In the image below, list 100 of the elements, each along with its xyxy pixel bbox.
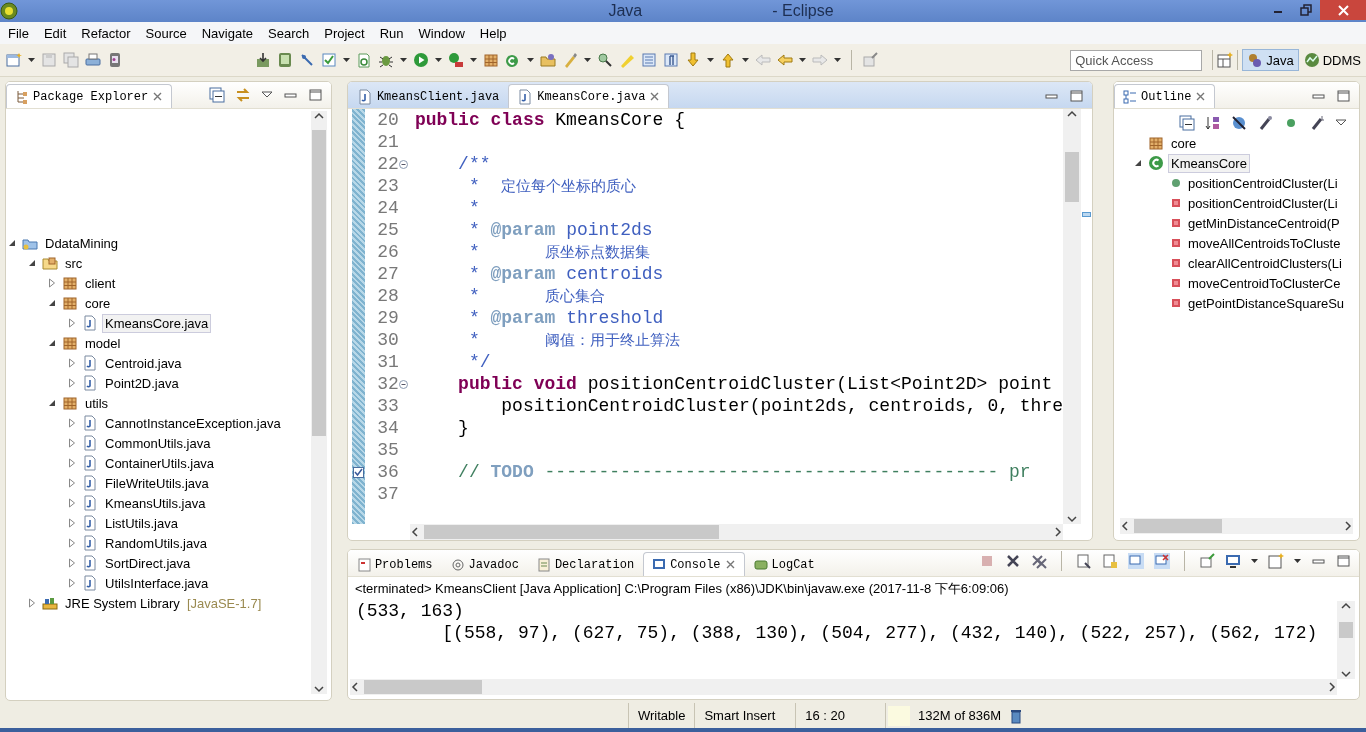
close-icon[interactable] — [1195, 91, 1207, 102]
collapsed-arrow-icon[interactable] — [68, 538, 76, 548]
display-console-icon[interactable] — [1225, 553, 1241, 569]
collapsed-arrow-icon[interactable] — [68, 498, 76, 508]
perspective-button[interactable]: Java — [1242, 49, 1299, 71]
menu-item[interactable]: Run — [373, 25, 413, 41]
vertical-scrollbar[interactable] — [1063, 109, 1081, 524]
tree-item[interactable]: src — [62, 253, 86, 273]
sort-icon[interactable] — [1205, 115, 1221, 131]
tree-item[interactable]: Centroid.java — [102, 353, 185, 373]
menu-item[interactable]: Window — [412, 25, 474, 41]
collapsed-arrow-icon[interactable] — [68, 438, 76, 448]
tab[interactable]: KmeansClient.java — [347, 84, 509, 108]
horizontal-scrollbar[interactable] — [349, 679, 1337, 695]
expanded-arrow-icon[interactable] — [48, 399, 56, 407]
collapsed-arrow-icon[interactable] — [68, 458, 76, 468]
scrollbar-thumb[interactable] — [1339, 622, 1353, 638]
package-add-icon[interactable] — [483, 52, 499, 68]
caret-icon[interactable] — [470, 56, 477, 64]
collapse-all-icon[interactable] — [208, 87, 225, 103]
scroll-down-icon[interactable] — [1066, 514, 1078, 524]
expanded-arrow-icon[interactable] — [48, 339, 56, 347]
caret-icon[interactable] — [834, 56, 841, 64]
device-icon[interactable] — [277, 52, 293, 68]
left-arrow-icon[interactable] — [777, 52, 793, 68]
scroll-up-icon[interactable] — [1066, 109, 1078, 119]
caret-icon[interactable] — [1251, 557, 1258, 565]
quick-access-field[interactable]: Quick Access — [1070, 49, 1203, 71]
collapsed-arrow-icon[interactable] — [28, 598, 36, 608]
open-perspective-icon[interactable] — [1217, 52, 1234, 68]
collapsed-arrow-icon[interactable] — [68, 478, 76, 488]
caret-icon[interactable] — [435, 56, 442, 64]
link-icon[interactable] — [234, 87, 251, 103]
expanded-arrow-icon[interactable] — [8, 239, 16, 247]
checkbox-icon[interactable] — [321, 52, 337, 68]
expanded-arrow-icon[interactable] — [28, 259, 36, 267]
caret-icon[interactable] — [400, 56, 407, 64]
maximize-icon[interactable] — [1069, 89, 1084, 103]
fold-icon[interactable] — [398, 379, 408, 389]
tree-item[interactable]: moveAllCentroidsToCluste — [1185, 233, 1344, 253]
tree-item[interactable]: moveCentroidToClusterCe — [1185, 273, 1344, 293]
pencil-icon[interactable] — [299, 52, 315, 68]
collapsed-arrow-icon[interactable] — [68, 318, 76, 328]
tree-item[interactable]: FileWriteUtils.java — [102, 473, 212, 493]
collapsed-arrow-icon[interactable] — [68, 358, 76, 368]
tree-item[interactable]: JRE System Library — [62, 593, 183, 613]
tree-item[interactable]: core — [1168, 133, 1200, 153]
down-arrow-icon[interactable] — [685, 52, 701, 68]
collapsed-arrow-icon[interactable] — [68, 518, 76, 528]
tree-item[interactable]: core — [82, 293, 114, 313]
tab[interactable]: Problems — [347, 552, 442, 576]
scrollbar-thumb[interactable] — [311, 129, 326, 436]
brush-icon[interactable] — [562, 52, 578, 68]
tab[interactable]: LogCat — [744, 552, 824, 576]
fold-icon[interactable] — [398, 159, 408, 169]
caret-icon[interactable] — [28, 56, 35, 64]
tree-item[interactable]: KmeansUtils.java — [102, 493, 209, 513]
caret-icon[interactable] — [742, 56, 749, 64]
tree-item[interactable]: getPointDistanceSquareSu — [1185, 293, 1348, 313]
close-icon[interactable] — [649, 91, 661, 102]
scrollbar-thumb[interactable] — [363, 680, 482, 694]
scroll-lock-icon[interactable] — [1102, 553, 1118, 569]
phone-icon[interactable] — [107, 52, 123, 68]
scroll-up-icon[interactable] — [312, 111, 325, 121]
scroll-left-icon[interactable] — [409, 526, 420, 538]
menu-item[interactable]: Source — [139, 25, 196, 41]
tree-item[interactable]: model — [82, 333, 124, 353]
run-toolbox-icon[interactable] — [448, 52, 464, 68]
menu-item[interactable]: Help — [473, 25, 516, 41]
scroll-right-icon[interactable] — [1053, 526, 1063, 538]
scroll-left-icon[interactable] — [349, 681, 360, 693]
tree-item[interactable]: ContainerUtils.java — [102, 453, 218, 473]
download-icon[interactable] — [255, 52, 271, 68]
caret-icon[interactable] — [799, 56, 806, 64]
menu-item[interactable]: Edit — [37, 25, 76, 41]
remove-all-icon[interactable] — [1031, 553, 1047, 569]
perspective-button[interactable]: DDMS — [1298, 49, 1366, 71]
open-folder-icon[interactable] — [540, 52, 556, 68]
caret-icon[interactable] — [1294, 557, 1301, 565]
tab[interactable]: Declaration — [527, 552, 644, 576]
tree-item[interactable]: UtilsInterface.java — [102, 573, 212, 593]
maximize-icon[interactable] — [1336, 89, 1351, 103]
tree-item[interactable]: clearAllCentroidClusters(Li — [1185, 253, 1345, 273]
tab[interactable]: KmeansCore.java — [508, 84, 670, 108]
collapsed-arrow-icon[interactable] — [48, 278, 56, 288]
tab[interactable]: Console — [643, 552, 745, 576]
maximize-icon[interactable] — [307, 88, 323, 102]
open-console-icon[interactable] — [1268, 553, 1284, 569]
pin-console-icon[interactable] — [1199, 553, 1215, 569]
tab[interactable]: Outline — [1114, 84, 1216, 108]
vertical-scrollbar[interactable] — [1337, 601, 1355, 679]
tree-item[interactable]: Point2D.java — [102, 373, 182, 393]
horizontal-scrollbar[interactable] — [409, 524, 1063, 540]
new-window-icon[interactable] — [6, 52, 22, 68]
collapse-all-icon[interactable] — [1179, 115, 1195, 131]
menu-item[interactable]: Navigate — [195, 25, 262, 41]
tab[interactable]: Javadoc — [441, 552, 528, 576]
new-file-icon[interactable] — [356, 52, 372, 68]
tree-item[interactable]: ListUtils.java — [102, 513, 181, 533]
collapsed-arrow-icon[interactable] — [68, 418, 76, 428]
